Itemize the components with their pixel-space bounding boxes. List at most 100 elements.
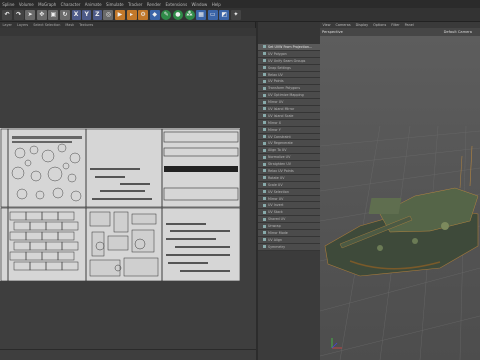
menu-help[interactable]: Help <box>210 2 224 7</box>
uv-command-item[interactable]: Mirror UV <box>258 195 320 203</box>
uv-command-item[interactable]: Mirror UV <box>258 99 320 107</box>
render-settings-icon[interactable]: ⚙ <box>138 9 149 20</box>
uv-command-item[interactable]: UV Points <box>258 78 320 86</box>
uv-command-item[interactable]: Symmetry <box>258 243 320 251</box>
subdivision-icon[interactable]: ● <box>172 9 183 20</box>
viewport-menu-options[interactable]: Options <box>371 23 389 27</box>
uv-command-item[interactable]: Relax UV Points <box>258 168 320 175</box>
uv-command-item[interactable]: UV Polygon <box>258 50 320 58</box>
uv-command-item[interactable]: Rotate UV <box>258 174 320 182</box>
command-icon <box>263 93 266 97</box>
camera-icon[interactable]: ▭ <box>207 9 218 20</box>
select-icon[interactable]: ➤ <box>25 9 36 20</box>
uv-command-item[interactable]: UV Regenerate <box>258 140 320 148</box>
menu-animate[interactable]: Animate <box>83 2 104 7</box>
uv-command-item[interactable]: UV Unify Seam Groups <box>258 57 320 65</box>
redo-icon[interactable]: ↷ <box>13 9 24 20</box>
menu-extensions[interactable]: Extensions <box>163 2 189 7</box>
command-icon <box>263 121 266 125</box>
axis-gizmo <box>331 338 342 349</box>
viewport-menu-panel[interactable]: Panel <box>402 23 416 27</box>
rotate-icon[interactable]: ↻ <box>59 9 70 20</box>
viewport-menu-view[interactable]: View <box>320 23 333 27</box>
viewport-menu-filter[interactable]: Filter <box>389 23 402 27</box>
viewport-scene[interactable] <box>320 36 480 360</box>
menu-window[interactable]: Window <box>189 2 209 7</box>
command-label: Scale UV <box>268 182 283 187</box>
uv-command-item[interactable]: UV Island Scale <box>258 112 320 120</box>
uv-viewport[interactable] <box>0 36 256 360</box>
uv-command-item[interactable]: Transform Polygons <box>258 85 320 93</box>
uv-editor-toolbar <box>0 28 256 36</box>
command-label: Straighten UV <box>268 162 291 167</box>
command-label: UV Island Mirror <box>268 106 295 111</box>
uv-menu-item[interactable]: Textures <box>77 23 96 27</box>
menu-spline[interactable]: Spline <box>0 2 17 7</box>
z-axis-icon[interactable]: Z <box>92 9 102 20</box>
menu-render[interactable]: Render <box>145 2 164 7</box>
command-label: Mirror UV <box>268 196 284 201</box>
render-icon[interactable]: ▶ <box>114 9 125 20</box>
uv-menu-item[interactable]: Layer <box>0 23 14 27</box>
array-icon[interactable]: ⁂ <box>184 9 195 20</box>
command-icon <box>263 100 266 104</box>
render-view-icon[interactable]: ▸ <box>126 9 137 20</box>
menu-simulate[interactable]: Simulate <box>104 2 126 7</box>
uv-command-item[interactable]: Align To UV <box>258 147 320 155</box>
x-axis-icon[interactable]: X <box>71 9 81 20</box>
light-icon[interactable]: ✦ <box>230 9 241 20</box>
command-icon <box>263 245 266 249</box>
uv-command-item[interactable]: UV Optimize Mapping <box>258 92 320 100</box>
undo-icon[interactable]: ↶ <box>2 9 12 20</box>
deformer-icon[interactable]: ◩ <box>219 9 230 20</box>
uv-command-item[interactable]: Relax UV <box>258 71 320 79</box>
uv-command-item[interactable]: UV Constraint <box>258 133 320 141</box>
uv-command-item[interactable]: Set UVW From Projection... <box>258 44 320 51</box>
uv-command-item[interactable]: UV Island Mirror <box>258 106 320 113</box>
command-icon <box>263 86 266 90</box>
viewport-menu-cameras[interactable]: Cameras <box>333 23 353 27</box>
command-icon <box>263 176 266 180</box>
menu-character[interactable]: Character <box>58 2 82 7</box>
uv-command-item[interactable]: UV Align <box>258 236 320 244</box>
command-icon <box>263 59 266 63</box>
uv-menu-item[interactable]: Mask <box>63 23 77 27</box>
menu-volume[interactable]: Volume <box>17 2 36 7</box>
command-icon <box>263 107 266 111</box>
command-label: UV Polygon <box>268 51 287 56</box>
menu-mograph[interactable]: MoGraph <box>36 2 59 7</box>
spline-pen-icon[interactable]: ✎ <box>161 9 172 20</box>
uv-menu-item[interactable]: Select Selection <box>31 23 63 27</box>
uv-command-item[interactable]: Snap Settings <box>258 64 320 72</box>
command-icon <box>263 66 266 70</box>
uv-command-item[interactable]: Normalize UV <box>258 154 320 162</box>
viewport-camera[interactable]: Default Camera <box>444 30 472 34</box>
uv-command-item[interactable]: UV Stack <box>258 209 320 217</box>
command-icon <box>263 210 266 214</box>
uv-menu-item[interactable]: Layers <box>14 23 30 27</box>
menu-tracker[interactable]: Tracker <box>126 2 145 7</box>
move-icon[interactable]: ✥ <box>36 9 47 20</box>
command-label: UV Stack <box>268 210 283 215</box>
viewport-menu-display[interactable]: Display <box>353 23 371 27</box>
world-icon[interactable]: ◎ <box>103 9 114 20</box>
command-label: Relax UV Points <box>268 168 294 173</box>
uv-command-item[interactable]: UV Selection <box>258 188 320 196</box>
scene-icon[interactable]: ▦ <box>196 9 207 20</box>
uv-command-item[interactable]: Unwrap <box>258 223 320 231</box>
command-label: Align To UV <box>268 148 287 153</box>
command-label: UV Regenerate <box>268 141 293 146</box>
cube-icon[interactable]: ◆ <box>149 9 160 20</box>
y-axis-icon[interactable]: Y <box>82 9 92 20</box>
uv-command-item[interactable]: Scale UV <box>258 181 320 189</box>
uv-command-item[interactable]: Mirror X <box>258 119 320 127</box>
tank-model <box>324 145 479 277</box>
command-label: Transform Polygons <box>268 86 301 91</box>
uv-command-item[interactable]: Shared UV <box>258 216 320 224</box>
uv-command-item[interactable]: Mirror Mode <box>258 230 320 237</box>
command-label: UV Invert <box>268 203 284 208</box>
uv-command-item[interactable]: Straighten UV <box>258 161 320 169</box>
uv-command-item[interactable]: UV Invert <box>258 202 320 210</box>
uv-command-item[interactable]: Mirror Y <box>258 126 320 134</box>
scale-icon[interactable]: ▣ <box>48 9 59 20</box>
